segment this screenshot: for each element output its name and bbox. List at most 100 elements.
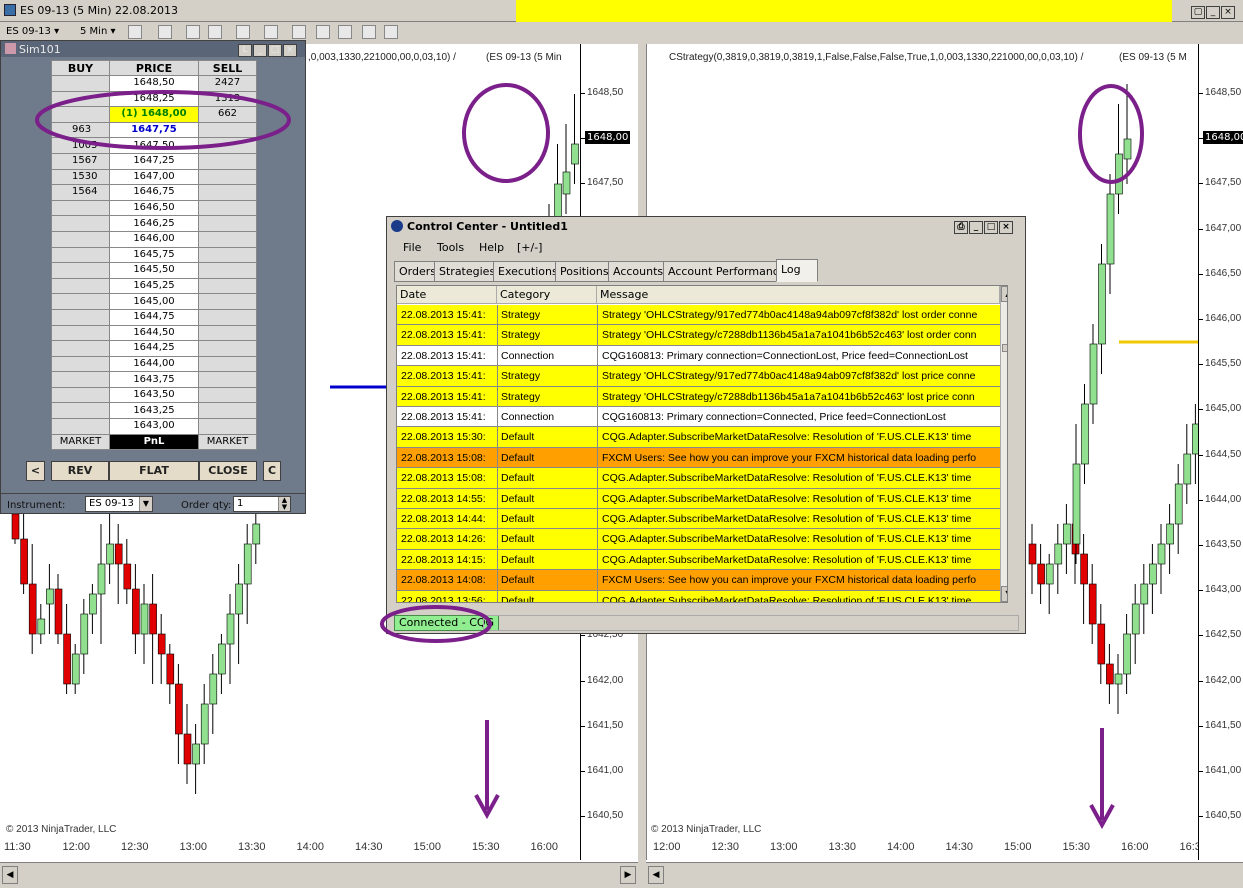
interval-selector[interactable]: 5 Min ▾	[80, 26, 116, 37]
col-date[interactable]: Date	[397, 286, 497, 304]
ladder-buy-cell[interactable]	[51, 418, 110, 435]
ladder-buy-cell[interactable]	[51, 230, 110, 248]
ladder-sell-cell[interactable]	[198, 386, 257, 404]
scroll-left-icon[interactable]: ◀	[2, 866, 18, 884]
log-row[interactable]: 22.08.2013 14:26: Default CQG.Adapter.Subs…	[397, 529, 1000, 550]
ladder-price-cell[interactable]: 1646,25	[109, 215, 199, 232]
scroll-thumb[interactable]	[1002, 344, 1007, 352]
ladder-sell-cell[interactable]	[198, 418, 257, 435]
cc-close-icon[interactable]: ×	[999, 221, 1013, 234]
ladder-buy-cell[interactable]: 1530	[51, 168, 110, 186]
ladder-buy-cell[interactable]	[51, 75, 110, 92]
dom-maximize-icon[interactable]: □	[268, 44, 282, 57]
tab-executions[interactable]: Executions	[493, 261, 563, 282]
c-button[interactable]: C	[263, 461, 281, 481]
ladder-buy-cell[interactable]	[51, 324, 110, 342]
close-position-button[interactable]: CLOSE	[199, 461, 257, 481]
ladder-price-cell[interactable]: 1644,75	[109, 308, 199, 326]
ladder-price-cell[interactable]: 1644,00	[109, 355, 199, 373]
ladder-buy-cell[interactable]	[51, 277, 110, 295]
cc-maximize-icon[interactable]: □	[984, 221, 998, 234]
spinner-icon[interactable]: ▲ ▼	[278, 497, 290, 511]
draw-tool-icon[interactable]	[158, 25, 172, 39]
ladder-sell-cell[interactable]	[198, 137, 257, 154]
log-v-scrollbar[interactable]: ▲ ▼	[1000, 286, 1007, 602]
right-h-scrollbar[interactable]: ◀	[646, 862, 1243, 888]
ladder-price-cell[interactable]: 1643,50	[109, 386, 199, 404]
remove-icon[interactable]	[208, 25, 222, 39]
add-indicator-icon[interactable]	[186, 25, 200, 39]
menu-tools[interactable]: Tools	[437, 241, 464, 254]
notes-icon[interactable]	[384, 25, 398, 39]
dollar-icon[interactable]	[362, 25, 376, 39]
ladder-buy-cell[interactable]	[51, 90, 110, 108]
instrument-selector[interactable]: ES 09-13 ▾	[6, 26, 59, 37]
log-row[interactable]: 22.08.2013 15:41: Strategy Strategy 'OHLCS…	[397, 386, 1000, 407]
log-row[interactable]: 22.08.2013 14:55: Default CQG.Adapter.Subs…	[397, 488, 1000, 509]
minimize-icon[interactable]: _	[1206, 6, 1220, 19]
log-row[interactable]: 22.08.2013 14:08: Default FXCM Users: See …	[397, 570, 1000, 591]
ladder-buy-cell[interactable]	[51, 215, 110, 232]
ladder-buy-cell[interactable]	[51, 106, 110, 123]
ladder-price-cell[interactable]: (1) 1648,00	[109, 106, 199, 123]
ladder-price-cell[interactable]: 1643,25	[109, 402, 199, 420]
log-row[interactable]: 22.08.2013 15:41: Strategy Strategy 'OHLCS…	[397, 305, 1000, 326]
ladder-sell-cell[interactable]: 2427	[198, 75, 257, 92]
tab-account-performance[interactable]: Account Performance	[663, 261, 791, 282]
ladder-buy-cell[interactable]: 963	[51, 121, 110, 139]
ladder-sell-cell[interactable]	[198, 262, 257, 279]
ladder-price-cell[interactable]: 1646,00	[109, 230, 199, 248]
ladder-sell-cell[interactable]	[198, 293, 257, 310]
tab-log[interactable]: Log	[776, 259, 818, 282]
ladder-price-cell[interactable]: 1646,50	[109, 199, 199, 217]
market-sell-button[interactable]: MARKET	[198, 433, 257, 451]
ladder-buy-cell[interactable]	[51, 308, 110, 326]
log-row[interactable]: 22.08.2013 15:41: Connection CQG160813: Pr…	[397, 345, 1000, 367]
ladder-price-cell[interactable]: 1645,75	[109, 246, 199, 264]
ladder-buy-cell[interactable]	[51, 386, 110, 404]
ladder-sell-cell[interactable]	[198, 121, 257, 139]
ladder-sell-cell[interactable]	[198, 168, 257, 186]
properties-icon[interactable]	[292, 25, 306, 39]
ladder-sell-cell[interactable]	[198, 215, 257, 232]
ladder-price-cell[interactable]: 1647,25	[109, 152, 199, 170]
order-qty-input[interactable]: 1 ▲ ▼	[233, 496, 291, 512]
close-icon[interactable]: ×	[1221, 6, 1235, 19]
col-message[interactable]: Message	[597, 286, 1000, 304]
tab-strategies[interactable]: Strategies	[434, 261, 501, 282]
zoom-icon[interactable]	[264, 25, 278, 39]
ladder-sell-cell[interactable]	[198, 152, 257, 170]
scroll-right-icon[interactable]: ▶	[620, 866, 636, 884]
ladder-sell-cell[interactable]	[198, 246, 257, 264]
ladder-price-cell[interactable]: 1647,00	[109, 168, 199, 186]
data-box-icon[interactable]	[316, 25, 330, 39]
ladder-sell-cell[interactable]	[198, 199, 257, 217]
ladder-sell-cell[interactable]	[198, 277, 257, 295]
menu-expand[interactable]: [+/-]	[517, 241, 542, 254]
log-row[interactable]: 22.08.2013 15:41: Connection CQG160813: Pr…	[397, 407, 1000, 428]
cc-minimize-icon[interactable]: _	[969, 221, 983, 234]
ladder-buy-cell[interactable]	[51, 199, 110, 217]
log-row[interactable]: 22.08.2013 15:08: Default FXCM Users: See …	[397, 447, 1000, 469]
chart-style-icon[interactable]	[128, 25, 142, 39]
flat-button[interactable]: FLAT	[109, 461, 199, 481]
ladder-price-cell[interactable]: 1644,50	[109, 324, 199, 342]
left-h-scrollbar[interactable]: ◀ ▶	[0, 862, 638, 888]
log-row[interactable]: 22.08.2013 15:41: Strategy Strategy 'OHLCS…	[397, 325, 1000, 346]
ladder-buy-cell[interactable]	[51, 340, 110, 357]
cursor-icon[interactable]	[236, 25, 250, 39]
ladder-buy-cell[interactable]: 1005	[51, 137, 110, 154]
log-row[interactable]: 22.08.2013 14:15: Default CQG.Adapter.Subs…	[397, 549, 1000, 571]
ladder-price-cell[interactable]: 1643,00	[109, 418, 199, 435]
dom-close-icon[interactable]: ×	[283, 44, 297, 57]
ladder-buy-cell[interactable]	[51, 402, 110, 420]
restore-icon[interactable]: ▢	[1191, 6, 1205, 19]
link-icon[interactable]: L	[238, 44, 252, 57]
rev-button[interactable]: REV	[51, 461, 109, 481]
ladder-sell-cell[interactable]	[198, 340, 257, 357]
ladder-price-cell[interactable]: 1645,50	[109, 262, 199, 279]
ladder-price-cell[interactable]: 1646,75	[109, 184, 199, 201]
log-row[interactable]: 22.08.2013 15:08: Default CQG.Adapter.Subs…	[397, 468, 1000, 489]
print-icon[interactable]: ⎙	[954, 221, 968, 234]
ladder-sell-cell[interactable]	[198, 355, 257, 373]
